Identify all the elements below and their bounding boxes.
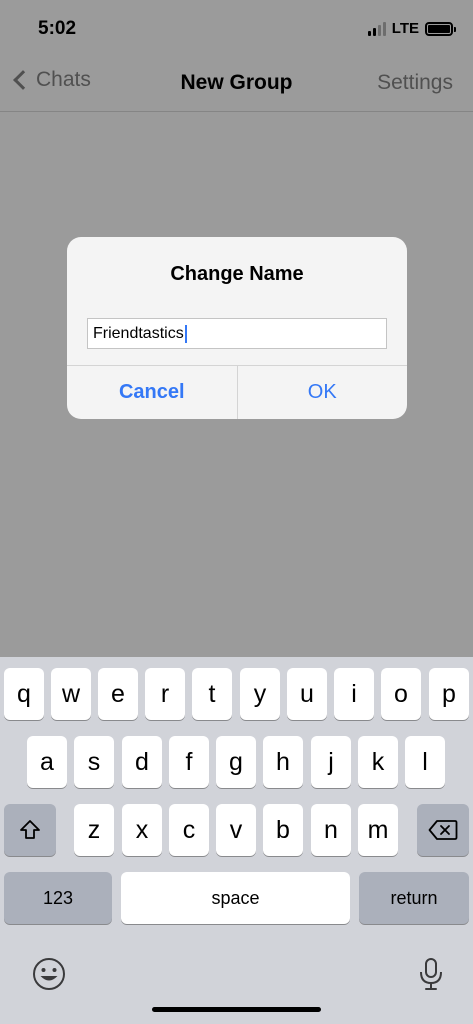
key-t[interactable]: t <box>192 668 232 720</box>
cellular-signal-icon <box>367 21 386 36</box>
key-h[interactable]: h <box>263 736 303 788</box>
ok-button[interactable]: OK <box>238 366 408 419</box>
text-cursor <box>184 324 187 343</box>
key-c[interactable]: c <box>169 804 209 856</box>
home-indicator[interactable] <box>152 1007 321 1012</box>
key-i[interactable]: i <box>334 668 374 720</box>
dialog-title: Change Name <box>170 263 304 285</box>
key-v[interactable]: v <box>216 804 256 856</box>
key-j[interactable]: j <box>311 736 351 788</box>
status-time: 5:02 <box>38 18 77 39</box>
key-s[interactable]: s <box>74 736 114 788</box>
key-e[interactable]: e <box>98 668 138 720</box>
key-n[interactable]: n <box>311 804 351 856</box>
cancel-button[interactable]: Cancel <box>67 366 238 419</box>
key-g[interactable]: g <box>216 736 256 788</box>
delete-key[interactable] <box>417 804 469 856</box>
status-bar: 5:02 LTE <box>0 0 473 56</box>
change-name-dialog: Change Name Friendtastics Cancel OK <box>67 237 407 419</box>
backspace-icon <box>428 820 458 840</box>
key-f[interactable]: f <box>169 736 209 788</box>
key-y[interactable]: y <box>240 668 280 720</box>
shift-key[interactable] <box>4 804 56 856</box>
dialog-buttons: Cancel OK <box>67 365 407 419</box>
shift-icon <box>20 820 40 839</box>
group-name-input-value: Friendtastics <box>93 324 184 342</box>
microphone-icon <box>420 958 442 990</box>
key-q[interactable]: q <box>4 668 44 720</box>
emoji-button[interactable] <box>31 956 67 992</box>
battery-icon <box>425 21 456 36</box>
space-key[interactable]: space <box>121 872 350 924</box>
group-name-input[interactable]: Friendtastics <box>87 318 387 349</box>
return-key[interactable]: return <box>359 872 469 924</box>
navigation-bar: Chats New Group Settings <box>0 56 473 112</box>
dictation-button[interactable] <box>418 956 444 992</box>
settings-button[interactable]: Settings <box>377 71 453 95</box>
key-p[interactable]: p <box>429 668 469 720</box>
key-b[interactable]: b <box>263 804 303 856</box>
network-type: LTE <box>391 20 419 37</box>
key-z[interactable]: z <box>74 804 114 856</box>
key-u[interactable]: u <box>287 668 327 720</box>
key-w[interactable]: w <box>51 668 91 720</box>
keyboard: q w e r t y u i o p a s d f g h j k l z … <box>0 657 473 1024</box>
status-indicators: LTE <box>367 20 456 37</box>
key-o[interactable]: o <box>381 668 421 720</box>
key-d[interactable]: d <box>122 736 162 788</box>
key-x[interactable]: x <box>122 804 162 856</box>
emoji-icon <box>33 958 65 990</box>
key-a[interactable]: a <box>27 736 67 788</box>
numbers-key[interactable]: 123 <box>4 872 112 924</box>
key-l[interactable]: l <box>405 736 445 788</box>
key-k[interactable]: k <box>358 736 398 788</box>
key-r[interactable]: r <box>145 668 185 720</box>
key-m[interactable]: m <box>358 804 398 856</box>
